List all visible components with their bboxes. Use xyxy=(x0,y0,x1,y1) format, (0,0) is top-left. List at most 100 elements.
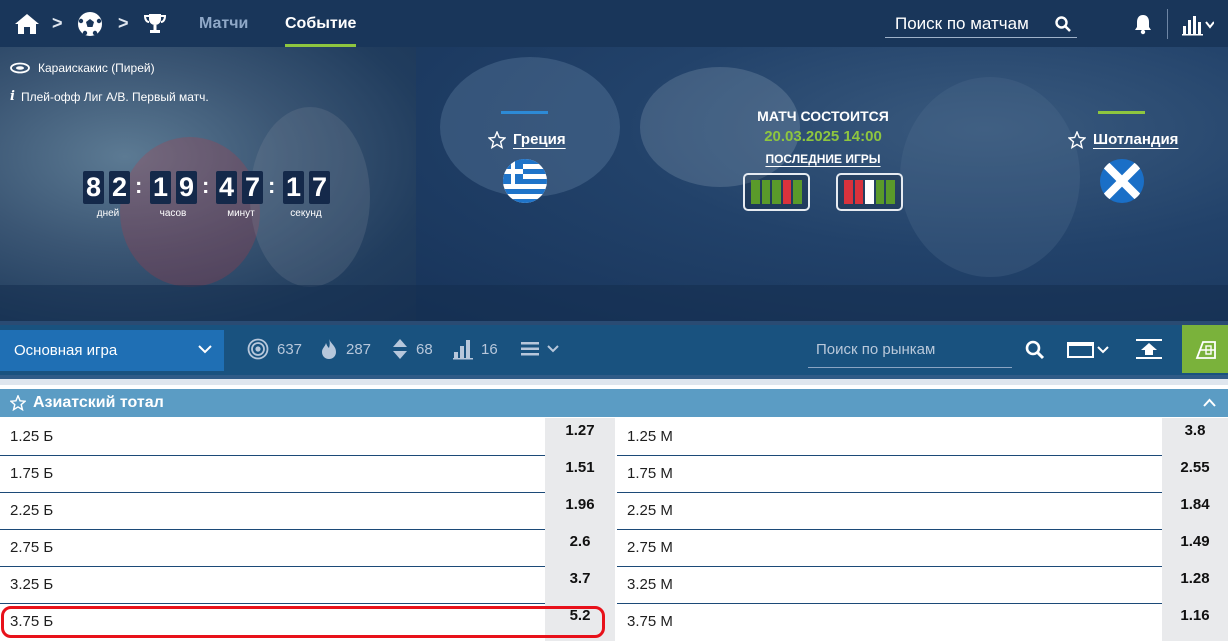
greece-flag-icon xyxy=(503,159,547,203)
odd-button[interactable]: 1.96 xyxy=(545,492,615,530)
countdown-label-days: дней xyxy=(96,208,120,219)
odd-button[interactable]: 1.84 xyxy=(1162,492,1228,530)
odd-button[interactable]: 2.55 xyxy=(1162,455,1228,493)
market-favorite-star-icon[interactable] xyxy=(10,395,26,411)
form-win xyxy=(761,180,771,204)
divider xyxy=(1167,9,1168,39)
table-row: 1.25 Б 1.27 1.25 М 3.8 xyxy=(0,418,1228,456)
layout-view-icon[interactable] xyxy=(1067,341,1113,359)
market-search-input[interactable]: Поиск по рынкам xyxy=(808,332,1012,368)
odd-button[interactable]: 2.6 xyxy=(545,529,615,567)
highlight-annotation xyxy=(1,606,605,638)
home-team-color-bar xyxy=(501,111,548,114)
chevron-right-icon: > xyxy=(118,13,129,33)
chevron-up-icon[interactable] xyxy=(1203,398,1216,407)
trophy-icon[interactable] xyxy=(143,0,167,47)
info-icon: i xyxy=(10,89,15,104)
list-icon xyxy=(521,341,539,357)
stats-icon[interactable] xyxy=(1182,12,1214,36)
table-row: 3.25 Б 3.7 3.25 М 1.28 xyxy=(0,566,1228,604)
under-label: 3.75 М xyxy=(627,613,673,630)
odd-button[interactable]: 1.27 xyxy=(545,418,615,456)
stats-bars-icon xyxy=(453,338,473,360)
form-win xyxy=(793,180,802,204)
tournament-info: i Плей-офф Лиг A/B. Первый матч. xyxy=(10,89,209,104)
away-team-color-bar xyxy=(1098,111,1145,114)
field-icon xyxy=(1194,338,1218,360)
chevron-right-icon: > xyxy=(52,13,63,33)
background-blob xyxy=(640,67,800,187)
filter-count: 68 xyxy=(416,340,433,358)
over-label: 2.75 Б xyxy=(10,539,54,556)
search-icon[interactable] xyxy=(1055,16,1071,32)
under-label: 2.25 М xyxy=(627,502,673,519)
home-team-name[interactable]: Греция xyxy=(513,131,566,148)
fire-icon xyxy=(320,338,338,360)
countdown-separator: : xyxy=(135,173,143,198)
away-favorite-star-icon[interactable] xyxy=(1068,131,1086,149)
last-games-link[interactable]: ПОСЛЕДНИЕ ИГРЫ xyxy=(740,152,906,166)
stadium-view-button[interactable] xyxy=(1182,325,1228,373)
up-down-arrows-icon xyxy=(392,338,408,360)
over-label: 2.25 Б xyxy=(10,502,54,519)
odd-button[interactable]: 1.51 xyxy=(545,455,615,493)
filter-popular-markets[interactable]: 287 xyxy=(320,338,371,360)
dropdown-label: Основная игра xyxy=(14,342,118,359)
countdown-digit: 7 xyxy=(242,171,263,204)
countdown-digit: 9 xyxy=(176,171,197,204)
countdown-label-seconds: секунд xyxy=(290,208,322,219)
soccer-ball-icon[interactable] xyxy=(77,0,103,47)
countdown-label-hours: часов xyxy=(159,208,187,219)
countdown-separator: : xyxy=(202,173,210,198)
away-form-box[interactable] xyxy=(836,173,903,211)
form-draw xyxy=(865,180,874,204)
target-icon xyxy=(247,338,269,360)
stadium-icon xyxy=(10,62,30,74)
home-icon[interactable] xyxy=(14,0,40,47)
home-favorite-star-icon[interactable] xyxy=(488,131,506,149)
filter-all-markets[interactable]: 637 xyxy=(247,338,302,360)
over-label: 3.25 Б xyxy=(10,576,54,593)
tournament-name: Плей-офф Лиг A/B. Первый матч. xyxy=(20,89,209,104)
under-label: 3.25 М xyxy=(627,576,673,593)
table-row: 2.75 Б 2.6 2.75 М 1.49 xyxy=(0,529,1228,567)
market-header-asian-total[interactable]: Азиатский тотал xyxy=(0,389,1228,417)
form-win xyxy=(751,180,760,204)
under-label: 2.75 М xyxy=(627,539,673,556)
form-loss xyxy=(844,180,853,204)
countdown-label-minutes: минут xyxy=(227,208,255,219)
filter-count: 16 xyxy=(481,340,498,358)
market-search-placeholder: Поиск по рынкам xyxy=(816,341,936,358)
tab-matches[interactable]: Матчи xyxy=(199,0,248,47)
collapse-all-icon[interactable] xyxy=(1136,338,1162,360)
odd-button[interactable]: 1.28 xyxy=(1162,566,1228,604)
separator xyxy=(0,375,1228,385)
filter-totals-markets[interactable]: 68 xyxy=(392,338,433,360)
under-label: 1.75 М xyxy=(627,465,673,482)
game-type-dropdown[interactable]: Основная игра xyxy=(0,330,224,371)
odd-button[interactable]: 3.8 xyxy=(1162,418,1228,456)
chevron-down-icon xyxy=(547,345,559,353)
filter-list-menu[interactable] xyxy=(521,338,559,360)
bell-icon[interactable] xyxy=(1132,13,1154,35)
search-icon[interactable] xyxy=(1025,340,1045,360)
odd-button[interactable]: 1.16 xyxy=(1162,603,1228,641)
stadium-name: Караискакис (Пирей) xyxy=(38,61,155,75)
form-win xyxy=(886,180,895,204)
tab-event[interactable]: Событие xyxy=(285,0,357,47)
over-label: 1.25 Б xyxy=(10,428,54,445)
away-team-name[interactable]: Шотландия xyxy=(1093,131,1178,148)
odd-button[interactable]: 3.7 xyxy=(545,566,615,604)
countdown-digit: 8 xyxy=(83,171,104,204)
countdown-digit: 2 xyxy=(109,171,130,204)
filter-stats-markets[interactable]: 16 xyxy=(453,338,498,360)
match-search-placeholder: Поиск по матчам xyxy=(895,14,1029,33)
home-form-box[interactable] xyxy=(743,173,810,211)
match-search-input[interactable]: Поиск по матчам xyxy=(885,10,1077,38)
stadium-info: Караискакис (Пирей) xyxy=(10,61,155,75)
countdown-digit: 1 xyxy=(283,171,304,204)
market-title: Азиатский тотал xyxy=(33,394,164,411)
odd-button[interactable]: 1.49 xyxy=(1162,529,1228,567)
background-blob xyxy=(900,77,1080,277)
form-loss xyxy=(854,180,864,204)
